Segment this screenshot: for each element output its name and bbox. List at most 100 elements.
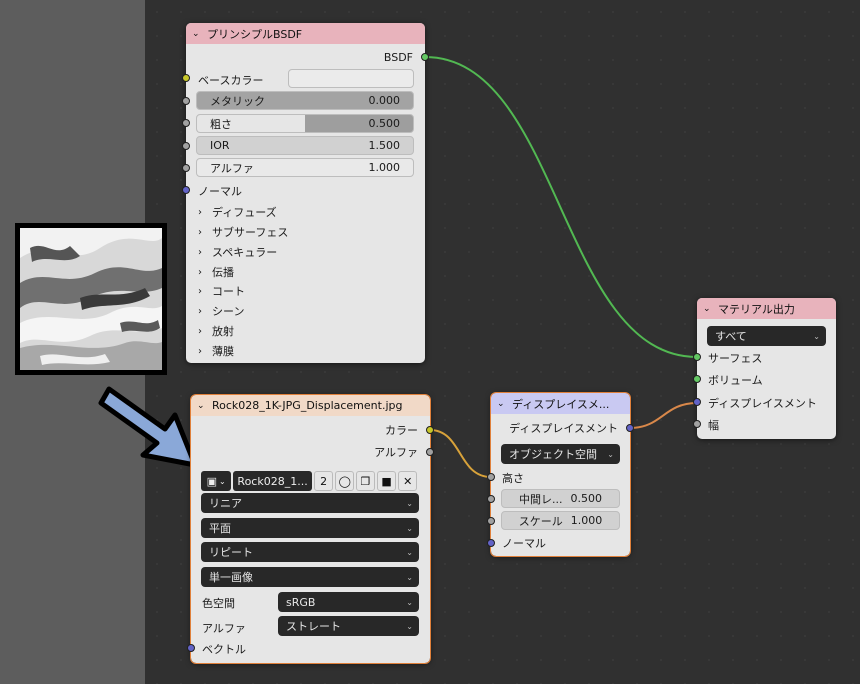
height-socket[interactable]	[487, 473, 495, 481]
thickness-socket[interactable]	[693, 420, 701, 428]
panel-label: コート	[212, 285, 245, 298]
panel-emission[interactable]: › 放射	[198, 323, 234, 339]
node-header[interactable]: ⌄ プリンシプルBSDF	[186, 23, 425, 44]
panel-label: スペキュラー	[212, 246, 278, 259]
panel-label: 薄膜	[212, 345, 234, 358]
vector-socket[interactable]	[187, 644, 195, 652]
source-dropdown[interactable]: 単一画像 ⌄	[201, 567, 419, 587]
vector-label: ベクトル	[202, 643, 246, 656]
space-dropdown[interactable]: オブジェクト空間 ⌄	[501, 444, 620, 464]
image-name-field[interactable]: Rock028_1...	[233, 471, 312, 491]
alpha-output-socket[interactable]	[426, 448, 434, 456]
panel-coat[interactable]: › コート	[198, 283, 245, 299]
chevron-down-icon[interactable]: ⌄	[703, 304, 715, 314]
bsdf-output-socket[interactable]	[421, 53, 429, 61]
displacement-label: ディスプレイスメント	[708, 397, 817, 410]
colorspace-label: 色空間	[202, 597, 235, 610]
panel-diffuse[interactable]: › ディフューズ	[198, 204, 277, 220]
interpolation-dropdown[interactable]: リニア ⌄	[201, 493, 419, 513]
surface-socket[interactable]	[693, 353, 701, 361]
image-browse-button[interactable]: ▣ ⌄	[201, 471, 232, 491]
roughness-label: 粗さ	[210, 117, 232, 131]
node-title: プリンシプルBSDF	[207, 27, 303, 41]
displacement-socket[interactable]	[693, 398, 701, 406]
projection-value: 平面	[209, 522, 231, 535]
panel-thin-film[interactable]: › 薄膜	[198, 343, 234, 359]
scale-field[interactable]: スケール 1.000	[501, 511, 620, 530]
displacement-node[interactable]: ⌄ ディスプレイスメ... ディスプレイスメント オブジェクト空間 ⌄ 高さ 中間…	[487, 392, 634, 557]
chevron-down-icon[interactable]: ⌄	[197, 401, 209, 411]
normal-label: ノーマル	[198, 185, 242, 198]
chevron-right-icon: ›	[198, 345, 202, 357]
interpolation-value: リニア	[209, 497, 242, 510]
metallic-socket[interactable]	[182, 97, 190, 105]
alpha-mode-value: ストレート	[286, 620, 341, 633]
node-header[interactable]: ⌄ ディスプレイスメ...	[491, 393, 630, 414]
bsdf-output: BSDF	[186, 47, 425, 67]
image-texture-node[interactable]: ⌄ Rock028_1K-JPG_Displacement.jpg カラー アル…	[187, 394, 434, 664]
material-output-node[interactable]: ⌄ マテリアル出力 すべて ⌄ サーフェス ボリューム ディスプレイスメント 幅	[693, 298, 836, 439]
normal-label: ノーマル	[502, 537, 546, 550]
base-color-swatch[interactable]	[288, 69, 414, 88]
ior-field[interactable]: IOR 1.500	[196, 136, 414, 155]
roughness-slider[interactable]: 粗さ 0.500	[196, 114, 414, 133]
base-color-socket[interactable]	[182, 74, 190, 82]
chevron-down-icon[interactable]: ⌄	[497, 399, 509, 409]
alpha-mode-label: アルファ	[202, 622, 246, 635]
color-output-label: カラー	[385, 424, 418, 437]
roughness-socket[interactable]	[182, 119, 190, 127]
chevron-down-icon: ⌄	[219, 476, 226, 486]
chevron-right-icon: ›	[198, 305, 202, 317]
panel-transmission[interactable]: › 伝播	[198, 264, 234, 280]
fake-user-shield-icon[interactable]: ◯	[335, 471, 355, 491]
base-color-label: ベースカラー	[198, 74, 264, 87]
chevron-down-icon: ⌄	[406, 597, 413, 607]
midlevel-value: 0.500	[570, 492, 603, 505]
projection-dropdown[interactable]: 平面 ⌄	[201, 518, 419, 538]
principled-bsdf-node[interactable]: ⌄ プリンシプルBSDF BSDF ベースカラー メタリック 0.000 粗さ …	[182, 23, 429, 363]
displacement-output-label: ディスプレイスメント	[509, 422, 618, 435]
midlevel-socket[interactable]	[487, 495, 495, 503]
alpha-label: アルファ	[210, 161, 254, 175]
thickness-label: 幅	[708, 419, 719, 432]
volume-socket[interactable]	[693, 375, 701, 383]
panel-subsurface[interactable]: › サブサーフェス	[198, 224, 288, 240]
node-header[interactable]: ⌄ マテリアル出力	[697, 298, 836, 319]
chevron-right-icon: ›	[198, 266, 202, 278]
panel-specular[interactable]: › スペキュラー	[198, 244, 277, 260]
chevron-right-icon: ›	[198, 226, 202, 238]
midlevel-field[interactable]: 中間レ... 0.500	[501, 489, 620, 508]
node-header[interactable]: ⌄ Rock028_1K-JPG_Displacement.jpg	[191, 395, 430, 416]
panel-sheen[interactable]: › シーン	[198, 303, 244, 319]
alpha-field[interactable]: アルファ 1.000	[196, 158, 414, 177]
chevron-down-icon[interactable]: ⌄	[192, 29, 204, 39]
bsdf-output-label: BSDF	[383, 50, 413, 64]
chevron-down-icon: ⌄	[406, 572, 413, 582]
image-toolbar: ▣ ⌄ Rock028_1... 2 ◯ ❐ ■ ✕	[201, 471, 419, 493]
folder-icon[interactable]: ■	[376, 471, 397, 491]
normal-socket[interactable]	[182, 186, 190, 194]
color-output-socket[interactable]	[426, 426, 434, 434]
surface-label: サーフェス	[708, 352, 763, 365]
ior-socket[interactable]	[182, 142, 190, 150]
colorspace-dropdown[interactable]: sRGB ⌄	[278, 592, 419, 612]
user-count[interactable]: 2	[313, 471, 334, 491]
normal-socket[interactable]	[487, 539, 495, 547]
scale-socket[interactable]	[487, 517, 495, 525]
space-value: オブジェクト空間	[509, 448, 597, 461]
chevron-down-icon: ⌄	[406, 498, 413, 508]
panel-label: ディフューズ	[212, 206, 277, 219]
target-dropdown[interactable]: すべて ⌄	[707, 326, 826, 346]
panel-label: シーン	[212, 305, 245, 318]
displacement-output-socket[interactable]	[626, 424, 634, 432]
color-output: カラー	[191, 420, 430, 440]
extension-value: リピート	[209, 546, 253, 559]
close-icon[interactable]: ✕	[398, 471, 418, 491]
metallic-slider[interactable]: メタリック 0.000	[196, 91, 414, 110]
alpha-mode-dropdown[interactable]: ストレート ⌄	[278, 616, 419, 636]
alpha-socket[interactable]	[182, 164, 190, 172]
duplicate-icon[interactable]: ❐	[356, 471, 375, 491]
panel-label: サブサーフェス	[212, 226, 289, 239]
extension-dropdown[interactable]: リピート ⌄	[201, 542, 419, 562]
panel-label: 伝播	[212, 266, 234, 279]
